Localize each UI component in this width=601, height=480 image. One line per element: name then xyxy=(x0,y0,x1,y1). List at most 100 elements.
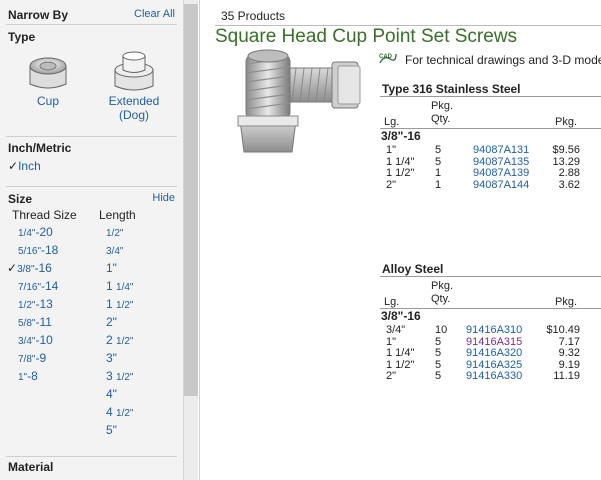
cad-drawings-link[interactable]: For technical drawings and 3-D models xyxy=(405,53,601,67)
type-option-label-line2: (Dog) xyxy=(118,108,149,122)
length-option[interactable]: 3" xyxy=(106,351,117,365)
length-option[interactable]: 4 1/2" xyxy=(106,405,133,419)
part-number-link[interactable]: 91416A320 xyxy=(466,347,522,359)
row-price: $10.49 xyxy=(546,324,580,336)
inch-option-selected[interactable]: ✓Inch xyxy=(8,159,41,173)
length-option[interactable]: 3/4" xyxy=(106,243,123,257)
thread-size-fraction: 3/8" xyxy=(17,264,35,275)
thread-size-option[interactable]: 1"-8 xyxy=(7,369,38,383)
row-price: 2.88 xyxy=(558,167,580,179)
sidebar-scrollbar-thumb[interactable] xyxy=(184,4,198,396)
thread-size-pitch: -16 xyxy=(34,261,52,275)
part-number-link[interactable]: 91416A310 xyxy=(466,324,522,336)
inch-option-label: Inch xyxy=(18,159,41,173)
part-number-link[interactable]: 94087A144 xyxy=(473,179,529,191)
length-fraction: 1/2" xyxy=(116,372,134,383)
row-length: 2" xyxy=(386,179,397,191)
thread-size-fraction: 1" xyxy=(18,372,28,383)
thread-size-pitch: -9 xyxy=(35,351,47,365)
type-option-label: Cup xyxy=(36,94,59,108)
length-fraction: 1/2" xyxy=(116,300,134,311)
length-whole: 5" xyxy=(106,423,117,437)
page-title: Square Head Cup Point Set Screws xyxy=(215,26,518,47)
divider xyxy=(6,456,177,457)
type-option-extended-dog[interactable]: Extended (Dog) xyxy=(98,48,170,122)
row-price: 3.62 xyxy=(558,179,580,191)
length-option[interactable]: 4" xyxy=(106,387,117,401)
length-whole: 1 xyxy=(106,279,117,293)
thread-size-fraction: 5/16" xyxy=(18,246,42,257)
thread-size-pitch: -14 xyxy=(41,279,59,293)
thread-size-option[interactable]: 5/8"-11 xyxy=(7,315,52,329)
table-heading: Alloy Steel xyxy=(382,262,444,276)
length-option[interactable]: 5" xyxy=(106,423,117,437)
length-option[interactable]: 2 1/2" xyxy=(106,333,133,347)
length-whole: 1" xyxy=(106,261,117,275)
cad-drawing-icon: CAD xyxy=(379,53,397,64)
thread-size-option[interactable]: 7/8"-9 xyxy=(7,351,46,365)
extended-dog-point-icon xyxy=(114,51,154,91)
clear-all-link[interactable]: Clear All xyxy=(134,8,175,20)
column-header-pkg-qty-line2: Qty. xyxy=(431,113,451,125)
row-length: 1" xyxy=(386,144,397,156)
thread-size-pitch: -20 xyxy=(35,225,53,239)
cad-icon[interactable]: CAD xyxy=(378,51,398,67)
divider xyxy=(6,136,177,137)
type-option-label-line1: Extended xyxy=(108,94,160,108)
column-header-pkg-qty-line1: Pkg. xyxy=(431,100,454,112)
table-heading: Type 316 Stainless Steel xyxy=(382,82,521,96)
part-number-link[interactable]: 91416A330 xyxy=(466,370,522,382)
type-option-cup[interactable]: Cup xyxy=(18,52,78,108)
checkmark-icon: ✓ xyxy=(8,159,19,173)
row-pkg-qty: 5 xyxy=(435,144,442,156)
length-whole: 3 xyxy=(106,369,117,383)
table-rule xyxy=(380,276,601,277)
thread-size-option[interactable]: 1/4"-20 xyxy=(7,225,53,239)
thread-size-option[interactable]: 7/16"-14 xyxy=(7,279,58,293)
svg-text:CAD: CAD xyxy=(379,54,393,60)
length-option[interactable]: 1 1/4" xyxy=(106,279,133,293)
length-fraction: 1/2" xyxy=(116,408,134,419)
length-fraction: 1/4" xyxy=(116,282,134,293)
thread-size-pitch: -8 xyxy=(27,369,38,383)
thread-size-column-label: Thread Size xyxy=(12,208,77,222)
length-fraction: 3/4" xyxy=(106,246,124,257)
cup-point-icon xyxy=(29,57,67,89)
row-price: 11.19 xyxy=(553,370,580,382)
length-option[interactable]: 1" xyxy=(106,261,117,275)
length-option[interactable]: 2" xyxy=(106,315,117,329)
thread-size-pitch: -13 xyxy=(35,297,53,311)
pane-divider xyxy=(199,0,200,480)
material-heading: Material xyxy=(8,460,54,474)
part-number-link[interactable]: 94087A131 xyxy=(473,144,529,156)
row-length: 2" xyxy=(386,370,397,382)
column-header-pkg-qty-line2: Qty. xyxy=(431,293,451,305)
thread-size-option[interactable]: 1/2"-13 xyxy=(7,297,53,311)
length-option[interactable]: 3 1/2" xyxy=(106,369,133,383)
length-whole: 4 xyxy=(106,405,117,419)
row-pkg-qty: 5 xyxy=(435,347,442,359)
column-header-pkg-qty-line1: Pkg. xyxy=(431,280,454,292)
part-number-link[interactable]: 94087A139 xyxy=(473,167,529,179)
thread-size-fraction: 5/8" xyxy=(18,318,36,329)
length-whole: 2" xyxy=(106,315,117,329)
length-whole: 1 xyxy=(106,297,117,311)
row-length: 3/4" xyxy=(386,324,406,336)
row-pkg-qty: 10 xyxy=(435,324,448,336)
row-length: 1 1/4" xyxy=(386,347,415,359)
thread-size-fraction: 1/4" xyxy=(18,228,36,239)
length-whole: 4" xyxy=(106,387,117,401)
size-hide-link[interactable]: Hide xyxy=(152,192,175,204)
length-option[interactable]: 1 1/2" xyxy=(106,297,133,311)
thread-size-fraction: 7/16" xyxy=(18,282,42,293)
length-column-label: Length xyxy=(99,208,136,222)
thread-size-option-selected[interactable]: ✓3/8"-16 xyxy=(7,261,52,275)
thread-size-fraction: 3/4" xyxy=(18,336,36,347)
thread-size-fraction: 7/8" xyxy=(18,354,36,365)
thread-size-pitch: -11 xyxy=(35,315,52,329)
length-option[interactable]: 1/2" xyxy=(106,225,123,239)
thread-size-option[interactable]: 3/4"-10 xyxy=(7,333,53,347)
thread-size-option[interactable]: 5/16"-18 xyxy=(7,243,58,257)
thread-size-pitch: -10 xyxy=(35,333,53,347)
length-whole: 2 xyxy=(106,333,117,347)
